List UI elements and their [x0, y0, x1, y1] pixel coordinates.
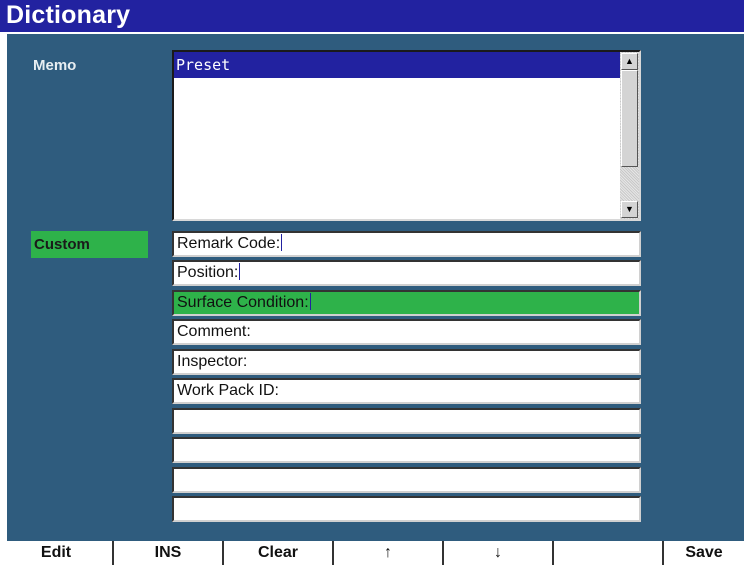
scroll-thumb[interactable] — [621, 70, 638, 167]
field-label: Remark Code: — [177, 235, 281, 252]
field-label: Surface Condition: — [177, 294, 309, 311]
save-button[interactable]: Save — [664, 541, 744, 565]
window-title: Dictionary — [6, 1, 131, 29]
memo-label: Memo — [33, 57, 77, 74]
custom-field-empty-8[interactable] — [172, 437, 641, 463]
title-bar: Dictionary — [0, 0, 744, 34]
field-label: Inspector: — [177, 353, 248, 370]
custom-field-remark-code[interactable]: Remark Code: — [172, 231, 641, 257]
custom-label[interactable]: Custom — [31, 231, 148, 258]
custom-field-empty-10[interactable] — [172, 496, 641, 522]
edit-button[interactable]: Edit — [0, 541, 114, 565]
ins-button[interactable]: INS — [114, 541, 224, 565]
memo-scrollbar[interactable]: ▲ ▼ — [620, 52, 639, 219]
empty-function-key[interactable] — [554, 541, 664, 565]
text-cursor — [239, 263, 241, 280]
memo-listbox[interactable]: Preset ▲ ▼ — [172, 50, 641, 221]
scroll-up-arrow-icon[interactable]: ▲ — [621, 53, 638, 70]
field-label: Work Pack ID: — [177, 382, 279, 399]
custom-field-position[interactable]: Position: — [172, 260, 641, 286]
field-label: Position: — [177, 264, 239, 281]
custom-field-comment[interactable]: Comment: — [172, 319, 641, 345]
text-cursor — [281, 234, 283, 251]
move-up-button[interactable]: ↑ — [334, 541, 444, 565]
clear-button[interactable]: Clear — [224, 541, 334, 565]
custom-field-empty-7[interactable] — [172, 408, 641, 434]
move-down-button[interactable]: ↓ — [444, 541, 554, 565]
custom-field-work-pack-id[interactable]: Work Pack ID: — [172, 378, 641, 404]
scroll-down-arrow-icon[interactable]: ▼ — [621, 201, 638, 218]
memo-item-preset[interactable]: Preset — [174, 52, 622, 78]
custom-field-surface-condition[interactable]: Surface Condition: — [172, 290, 641, 316]
dictionary-panel: Memo Preset ▲ ▼ Custom Remark Code: Posi… — [7, 34, 744, 541]
custom-field-inspector[interactable]: Inspector: — [172, 349, 641, 375]
function-key-bar: Edit INS Clear ↑ ↓ Save — [0, 541, 744, 565]
field-label: Comment: — [177, 323, 251, 340]
custom-field-empty-9[interactable] — [172, 467, 641, 493]
text-cursor — [309, 293, 311, 310]
